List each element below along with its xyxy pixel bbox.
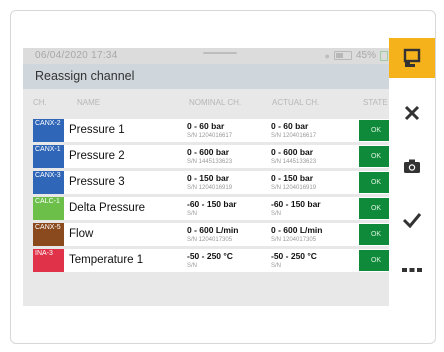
- channel-tag: CALC-1: [33, 197, 64, 220]
- column-header-ch: CH.: [33, 98, 47, 107]
- nominal-serial: S/N 1445133623: [187, 159, 233, 165]
- actual-channel: 0 - 600 bar S/N 1445133623: [271, 147, 316, 165]
- nominal-range: 0 - 150 bar: [187, 173, 230, 183]
- actual-channel: 0 - 60 bar S/N 1204016617: [271, 121, 316, 139]
- device-frame: 06/04/2020 17:34 ● 45% Reassign channel …: [10, 10, 436, 344]
- actual-range: -50 - 250 °C: [271, 251, 317, 261]
- action-sidebar: [389, 38, 435, 306]
- channel-tag: CANX-3: [33, 171, 64, 194]
- close-icon: [404, 105, 420, 121]
- nominal-range: 0 - 600 bar: [187, 147, 230, 157]
- state-badge: OK: [359, 224, 393, 245]
- wifi-icon: ●: [324, 50, 330, 61]
- nominal-serial: S/N 1204016617: [187, 133, 233, 139]
- page-title: Reassign channel: [35, 69, 135, 83]
- channel-name: Pressure 1: [69, 124, 125, 136]
- channel-tag: CANX-2: [33, 119, 64, 142]
- nominal-serial: S/N 1204017305: [187, 237, 233, 243]
- actual-serial: S/N 1204016919: [271, 185, 317, 191]
- battery-icon: [333, 51, 352, 60]
- actual-range: 0 - 150 bar: [271, 173, 314, 183]
- actual-channel: 0 - 150 bar S/N 1204016919: [271, 173, 316, 191]
- channel-list: CANX-2 Pressure 1 0 - 60 bar S/N 1204016…: [33, 119, 393, 275]
- column-header-state: STATE: [363, 98, 388, 107]
- channel-name: Pressure 3: [69, 176, 125, 188]
- channel-tag: CANX-1: [33, 145, 64, 168]
- more-button[interactable]: [389, 250, 435, 290]
- confirm-button[interactable]: [389, 200, 435, 240]
- channel-tag: CANX-5: [33, 223, 64, 246]
- nominal-range: 0 - 60 bar: [187, 121, 225, 131]
- actual-range: 0 - 60 bar: [271, 121, 309, 131]
- charging-icon: [380, 50, 388, 61]
- channel-name: Delta Pressure: [69, 202, 146, 214]
- actual-range: -60 - 150 bar: [271, 199, 321, 209]
- channel-tag: INA-3: [33, 249, 64, 272]
- channel-row[interactable]: CANX-3 Pressure 3 0 - 150 bar S/N 120401…: [33, 171, 393, 194]
- actual-serial: S/N: [271, 263, 282, 269]
- channel-name: Pressure 2: [69, 150, 125, 162]
- close-button[interactable]: [389, 93, 435, 133]
- nominal-range: -50 - 250 °C: [187, 251, 233, 261]
- nominal-channel: 0 - 600 L/min S/N 1204017305: [187, 225, 239, 243]
- channel-row[interactable]: INA-3 Temperature 1 -50 - 250 °C S/N -50…: [33, 249, 393, 272]
- state-badge: OK: [359, 120, 393, 141]
- more-icon: [402, 268, 422, 272]
- state-badge: OK: [359, 146, 393, 167]
- actual-serial: S/N 1204017305: [271, 237, 317, 243]
- actual-serial: S/N 1204016617: [271, 133, 317, 139]
- actual-range: 0 - 600 bar: [271, 147, 314, 157]
- state-badge: OK: [359, 250, 393, 271]
- screen: 06/04/2020 17:34 ● 45% Reassign channel …: [23, 48, 398, 306]
- pull-handle[interactable]: [203, 52, 237, 54]
- status-time: 06/04/2020 17:34: [35, 50, 118, 61]
- nominal-channel: 0 - 150 bar S/N 1204016919: [187, 173, 232, 191]
- actual-range: 0 - 600 L/min: [271, 225, 323, 235]
- check-icon: [402, 213, 422, 229]
- state-badge: OK: [359, 172, 393, 193]
- nominal-serial: S/N 1204016919: [187, 185, 233, 191]
- status-bar: 06/04/2020 17:34 ● 45%: [23, 48, 398, 64]
- nominal-channel: 0 - 600 bar S/N 1445133623: [187, 147, 232, 165]
- camera-button[interactable]: [389, 146, 435, 186]
- page-header: Reassign channel: [23, 64, 398, 89]
- channel-name: Temperature 1: [69, 254, 144, 266]
- channel-row[interactable]: CALC-1 Delta Pressure -60 - 150 bar S/N …: [33, 197, 393, 220]
- channel-row[interactable]: CANX-5 Flow 0 - 600 L/min S/N 1204017305…: [33, 223, 393, 246]
- column-header-nominal: NOMINAL CH.: [189, 98, 242, 107]
- nominal-range: -60 - 150 bar: [187, 199, 237, 209]
- state-badge: OK: [359, 198, 393, 219]
- column-header-name: NAME: [77, 98, 101, 107]
- reassign-button[interactable]: [389, 38, 435, 78]
- channel-row[interactable]: CANX-1 Pressure 2 0 - 600 bar S/N 144513…: [33, 145, 393, 168]
- nominal-channel: 0 - 60 bar S/N 1204016617: [187, 121, 232, 139]
- actual-serial: S/N 1445133623: [271, 159, 317, 165]
- status-indicators: ● 45%: [325, 50, 388, 61]
- nominal-channel: -60 - 150 bar S/N: [187, 199, 237, 217]
- camera-icon: [404, 159, 420, 173]
- column-header-actual: ACTUAL CH.: [272, 98, 320, 107]
- battery-level: 45%: [355, 50, 376, 61]
- nominal-range: 0 - 600 L/min: [187, 225, 239, 235]
- actual-channel: -50 - 250 °C S/N: [271, 251, 317, 269]
- nominal-channel: -50 - 250 °C S/N: [187, 251, 233, 269]
- actual-channel: 0 - 600 L/min S/N 1204017305: [271, 225, 323, 243]
- nominal-serial: S/N: [187, 263, 198, 269]
- reassign-icon: [403, 48, 421, 67]
- actual-channel: -60 - 150 bar S/N: [271, 199, 321, 217]
- channel-row[interactable]: CANX-2 Pressure 1 0 - 60 bar S/N 1204016…: [33, 119, 393, 142]
- actual-serial: S/N: [271, 211, 282, 217]
- channel-name: Flow: [69, 228, 94, 240]
- nominal-serial: S/N: [187, 211, 198, 217]
